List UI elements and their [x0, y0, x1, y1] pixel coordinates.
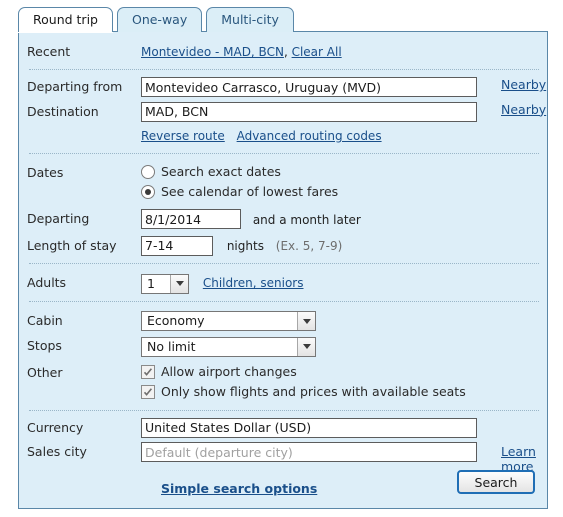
route-links: Reverse route Advanced routing codes — [141, 126, 547, 146]
currency-label: Currency — [27, 419, 84, 435]
departing-from-control — [141, 77, 547, 98]
stops-label: Stops — [27, 338, 62, 354]
recent-separator: , — [283, 45, 292, 59]
adults-select[interactable]: 1 — [141, 273, 189, 294]
separator-recent — [29, 69, 539, 70]
adults-control: 1 Children, seniors — [141, 273, 547, 294]
length-of-stay-row: Length of stay nights (Ex. 5, 7-9) — [19, 235, 547, 257]
cabin-select-value: Economy — [147, 313, 205, 328]
departing-from-nearby-link[interactable]: Nearby — [501, 77, 546, 92]
length-of-stay-input[interactable] — [141, 235, 213, 256]
adults-row: Adults 1 Children, seniors — [19, 271, 547, 294]
radio-option-calendar-fares[interactable]: See calendar of lowest fares — [141, 183, 547, 201]
checkbox-allow-airport-changes[interactable]: Allow airport changes — [141, 363, 547, 381]
checkbox-allow-airport-changes-icon[interactable] — [141, 364, 155, 379]
separator-route — [29, 153, 539, 154]
children-seniors-link[interactable]: Children, seniors — [203, 276, 304, 290]
trip-type-tabs: Round trip One-way Multi-city — [18, 6, 298, 32]
recent-links: Montevideo - MAD, BCN, Clear All — [141, 42, 547, 62]
advanced-routing-codes-link[interactable]: Advanced routing codes — [237, 129, 382, 143]
sales-city-input[interactable] — [141, 442, 477, 462]
currency-control — [141, 417, 547, 439]
tab-round-trip[interactable]: Round trip — [18, 7, 113, 32]
length-of-stay-hint: (Ex. 5, 7-9) — [275, 239, 343, 253]
recent-row: Recent Montevideo - MAD, BCN, Clear All — [19, 32, 547, 62]
checkbox-only-available-seats-label[interactable]: Only show flights and prices with availa… — [161, 382, 466, 402]
separator-dates — [29, 263, 539, 264]
search-button[interactable]: Search — [457, 470, 535, 494]
destination-label: Destination — [27, 103, 99, 119]
dates-label: Dates — [27, 165, 64, 180]
radio-exact-dates-icon[interactable] — [141, 165, 155, 179]
radio-option-exact-dates[interactable]: Search exact dates — [141, 163, 547, 181]
radio-exact-dates-label[interactable]: Search exact dates — [161, 162, 281, 182]
search-form-panel: Recent Montevideo - MAD, BCN, Clear All … — [18, 31, 548, 509]
stops-row: Stops No limit — [19, 336, 547, 357]
destination-row: Destination Nearby — [19, 101, 547, 123]
stops-control: No limit — [141, 336, 547, 357]
sales-city-label: Sales city — [27, 444, 87, 460]
checkbox-allow-airport-changes-label[interactable]: Allow airport changes — [161, 362, 297, 382]
currency-row: Currency — [19, 417, 547, 439]
radio-calendar-fares-icon[interactable] — [141, 185, 155, 199]
chevron-down-icon[interactable] — [297, 337, 315, 356]
departing-date-suffix: and a month later — [252, 212, 361, 227]
radio-calendar-fares-label[interactable]: See calendar of lowest fares — [161, 182, 338, 202]
stops-select-value: No limit — [147, 338, 196, 354]
clear-all-link[interactable]: Clear All — [292, 45, 342, 59]
dates-options: Search exact dates See calendar of lowes… — [141, 163, 547, 203]
departing-from-label: Departing from — [27, 79, 123, 94]
recent-route-link[interactable]: Montevideo - MAD, BCN — [141, 45, 284, 59]
adults-label: Adults — [27, 275, 67, 291]
other-row: Other Allow airport changes Only show fl… — [19, 363, 547, 403]
cabin-row: Cabin Economy — [19, 309, 547, 331]
chevron-down-icon[interactable] — [170, 274, 188, 293]
separator-options — [29, 409, 539, 411]
length-of-stay-control: nights (Ex. 5, 7-9) — [141, 235, 547, 257]
destination-nearby-link[interactable]: Nearby — [501, 102, 546, 117]
tab-one-way[interactable]: One-way — [116, 7, 203, 32]
other-label: Other — [27, 364, 63, 380]
cabin-select[interactable]: Economy — [141, 311, 316, 331]
departing-date-input[interactable] — [141, 209, 241, 229]
length-of-stay-unit: nights — [226, 239, 264, 253]
dates-row: Dates Search exact dates See calendar of… — [19, 161, 547, 203]
destination-input[interactable] — [141, 101, 477, 122]
currency-input[interactable] — [141, 417, 477, 438]
separator-passengers — [29, 300, 539, 302]
checkbox-only-available-seats[interactable]: Only show flights and prices with availa… — [141, 383, 547, 401]
route-links-row: Reverse route Advanced routing codes — [19, 126, 547, 146]
departing-date-label: Departing — [27, 211, 90, 227]
sales-city-row: Sales city Learn more — [19, 442, 547, 474]
simple-search-options-link[interactable]: Simple search options — [161, 481, 317, 496]
destination-control — [141, 101, 547, 123]
chevron-down-icon[interactable] — [297, 312, 315, 330]
tab-multi-city[interactable]: Multi-city — [206, 7, 294, 32]
departing-date-row: Departing and a month later — [19, 209, 547, 230]
departing-date-control: and a month later — [141, 209, 547, 230]
checkbox-only-available-seats-icon[interactable] — [141, 384, 155, 399]
departing-from-input[interactable] — [141, 77, 477, 97]
other-options: Allow airport changes Only show flights … — [141, 363, 547, 403]
recent-label: Recent — [27, 44, 71, 59]
adults-select-value: 1 — [147, 275, 155, 291]
cabin-label: Cabin — [27, 312, 63, 328]
sales-city-control — [141, 442, 547, 463]
length-of-stay-label: Length of stay — [27, 237, 117, 253]
cabin-control: Economy — [141, 311, 547, 331]
stops-select[interactable]: No limit — [141, 336, 316, 357]
reverse-route-link[interactable]: Reverse route — [141, 129, 225, 143]
departing-from-row: Departing from Nearby — [19, 77, 547, 98]
